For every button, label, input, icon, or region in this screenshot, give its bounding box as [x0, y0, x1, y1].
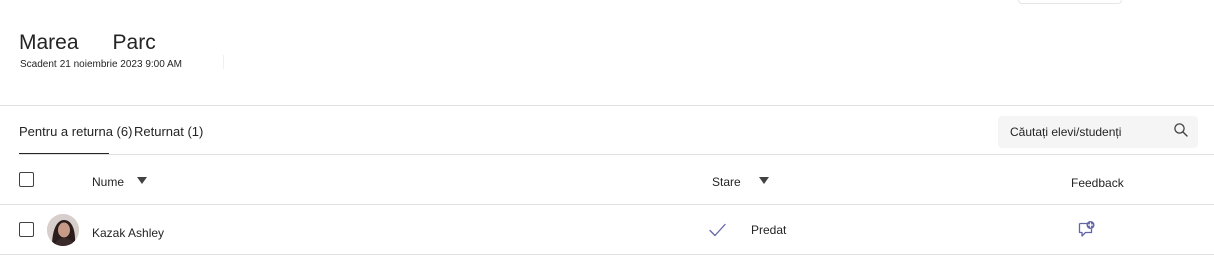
- student-name[interactable]: Kazak Ashley: [92, 226, 164, 240]
- add-feedback-icon[interactable]: [1077, 220, 1095, 238]
- tab-returned[interactable]: Returnat (1): [134, 124, 203, 140]
- column-header-feedback: Feedback: [1071, 176, 1124, 190]
- search-icon[interactable]: [1173, 122, 1189, 138]
- sort-down-icon[interactable]: [758, 176, 770, 186]
- status-text: Predat: [751, 223, 787, 237]
- table-header-divider: [0, 204, 1214, 205]
- assignment-review-page: Marea Parc Scadent 21 noiembrie 2023 9:0…: [0, 0, 1214, 259]
- page-title: Marea Parc: [19, 31, 156, 55]
- select-all-checkbox[interactable]: [19, 172, 34, 187]
- search-input[interactable]: [1010, 124, 1170, 140]
- due-label: Scadent: [20, 59, 57, 70]
- student-search-box: [998, 116, 1198, 148]
- checkmark-icon: [709, 223, 726, 237]
- due-date: 21 noiembrie 2023 9:00 AM: [59, 59, 183, 70]
- row-divider: [0, 254, 1214, 255]
- top-toolbar-button[interactable]: [1018, 0, 1122, 4]
- sort-down-icon[interactable]: [136, 176, 148, 186]
- header-divider: [0, 105, 1214, 106]
- column-header-status[interactable]: Stare: [712, 175, 741, 189]
- column-header-name[interactable]: Nume: [92, 175, 124, 189]
- title-part-1: Marea: [19, 31, 79, 54]
- tabs-divider: [19, 154, 1214, 155]
- avatar: [47, 214, 79, 246]
- tab-to-return[interactable]: Pentru a returna (6): [19, 124, 132, 140]
- row-checkbox[interactable]: [19, 222, 34, 237]
- avatar-photo-icon: [47, 214, 79, 246]
- title-part-2: Parc: [112, 31, 156, 54]
- header-separator: [223, 55, 224, 69]
- due-date-line: Scadent 21 noiembrie 2023 9:00 AM: [20, 59, 182, 71]
